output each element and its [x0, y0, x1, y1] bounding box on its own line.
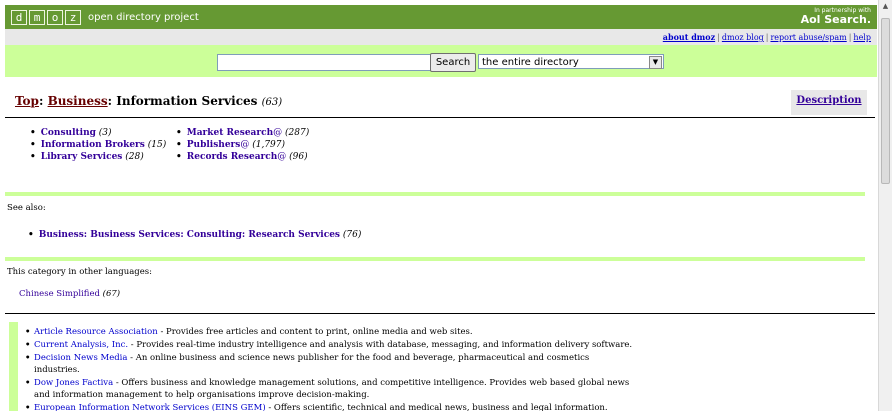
site-description: - Offers business and knowledge manageme… [34, 378, 630, 400]
about-dmoz-link[interactable]: about dmoz [663, 32, 715, 42]
description-link[interactable]: Description [796, 95, 861, 106]
site-listing: Decision News Media - An online business… [25, 352, 634, 376]
see-also-item: • Business: Business Services: Consulting… [28, 230, 361, 240]
divider [5, 313, 875, 314]
subcategory-item: Market Research@ (287) [176, 127, 309, 139]
subcategory-link[interactable]: Consulting [41, 128, 96, 138]
divider [5, 117, 875, 118]
symlink-marker: @ [277, 152, 287, 162]
subcategory-count: (96) [289, 152, 308, 162]
site-title-link[interactable]: European Information Network Services (E… [34, 403, 266, 411]
other-languages-label: This category in other languages: [7, 267, 152, 277]
subcategory-column-2: Market Research@ (287) Publishers@ (1,79… [176, 127, 309, 163]
scroll-up-arrow-icon[interactable]: ▲ [880, 2, 891, 13]
subcategory-link[interactable]: Library Services [41, 152, 123, 162]
dmoz-logo[interactable]: d m o z open directory project [11, 10, 199, 25]
subcategory-link[interactable]: Information Brokers [41, 140, 145, 150]
language-item: Chinese Simplified (67) [19, 289, 120, 299]
subcategory-count: (1,797) [252, 140, 286, 150]
subcategory-count: (15) [147, 140, 167, 150]
symlink-marker: @ [240, 140, 250, 150]
logo-letter: m [29, 10, 45, 25]
chevron-down-icon[interactable]: ▼ [649, 56, 662, 69]
site-description: - Provides free articles and content to … [157, 327, 473, 337]
description-tab: Description [791, 90, 867, 115]
page-title: Information Services [116, 94, 258, 108]
subcategory-item: Records Research@ (96) [176, 151, 309, 163]
subcategory-item: Information Brokers (15) [30, 139, 166, 151]
site-title-link[interactable]: Decision News Media [34, 353, 127, 363]
language-count: (67) [102, 289, 121, 299]
site-title-link[interactable]: Article Resource Association [34, 327, 158, 337]
subcategory-item: Library Services (28) [30, 151, 166, 163]
symlink-marker: @ [273, 128, 283, 138]
help-link[interactable]: help [853, 33, 871, 42]
subcategory-link[interactable]: Publishers [187, 140, 241, 150]
aol-search-partner[interactable]: In partnership with Aol Search. [801, 7, 871, 26]
site-listing: Dow Jones Factiva - Offers business and … [25, 377, 634, 401]
aol-search-logo: Aol Search. [800, 13, 871, 26]
report-abuse-link[interactable]: report abuse/spam [770, 33, 846, 42]
subcategory-link[interactable]: Market Research [187, 128, 273, 138]
breadcrumb-top-link[interactable]: Top [15, 94, 39, 108]
utility-bar: about dmoz | dmoz blog | report abuse/spam | h… [5, 29, 877, 45]
site-listing: Current Analysis, Inc. - Provides real-t… [25, 339, 634, 351]
breadcrumb-row: Top: Business: Information Services (63)… [5, 87, 877, 117]
subcategory-item: Publishers@ (1,797) [176, 139, 309, 151]
subcategory-column-1: Consulting (3) Information Brokers (15) … [30, 127, 166, 163]
subcategory-count: (3) [98, 128, 112, 138]
breadcrumb: Top: Business: Information Services (63) [15, 94, 282, 108]
subcategory-count: (287) [285, 128, 310, 138]
search-input[interactable] [217, 54, 431, 71]
see-also-count: (76) [342, 230, 362, 240]
subcategory-count: (28) [125, 152, 144, 162]
search-bar: Search the entire directory ▼ [5, 45, 877, 77]
language-link[interactable]: Chinese Simplified [19, 289, 100, 299]
subcategory-item: Consulting (3) [30, 127, 166, 139]
section-divider [5, 192, 865, 196]
site-list-marker [9, 322, 18, 411]
site-description: - Offers scientific, technical and medic… [265, 403, 608, 411]
section-divider [5, 257, 865, 261]
breadcrumb-separator: : [38, 94, 48, 108]
logo-letter: z [65, 10, 81, 25]
vertical-scrollbar[interactable]: ▲ [878, 0, 892, 411]
see-also-label: See also: [7, 203, 46, 213]
utility-links: about dmoz | dmoz blog | report abuse/spam | h… [662, 32, 871, 42]
site-listing: Article Resource Association - Provides … [25, 326, 634, 338]
dmoz-blog-link[interactable]: dmoz blog [722, 33, 764, 42]
search-scope-select[interactable]: the entire directory ▼ [478, 54, 664, 69]
site-description: - Provides real-time industry intelligen… [128, 340, 633, 350]
site-title-link[interactable]: Dow Jones Factiva [34, 378, 113, 388]
site-title-link[interactable]: Current Analysis, Inc. [34, 340, 128, 350]
logo-letter: o [47, 10, 63, 25]
bullet: • [28, 230, 34, 240]
logo-tagline: open directory project [88, 12, 199, 23]
subcategory-link[interactable]: Records Research [187, 152, 278, 162]
page: d m o z open directory project In partne… [0, 0, 878, 411]
scrollbar-thumb[interactable] [881, 18, 890, 184]
logo-letter: d [11, 10, 27, 25]
breadcrumb-separator: : [107, 94, 117, 108]
category-count: (63) [261, 97, 283, 108]
search-button[interactable]: Search [430, 53, 476, 72]
header-bar: d m o z open directory project In partne… [5, 5, 877, 29]
see-also-link[interactable]: Business: Business Services: Consulting:… [39, 230, 340, 240]
site-listing: European Information Network Services (E… [25, 402, 634, 411]
site-list: Article Resource Association - Provides … [25, 326, 634, 411]
search-scope-value: the entire directory [482, 57, 579, 68]
breadcrumb-business-link[interactable]: Business [48, 94, 108, 108]
